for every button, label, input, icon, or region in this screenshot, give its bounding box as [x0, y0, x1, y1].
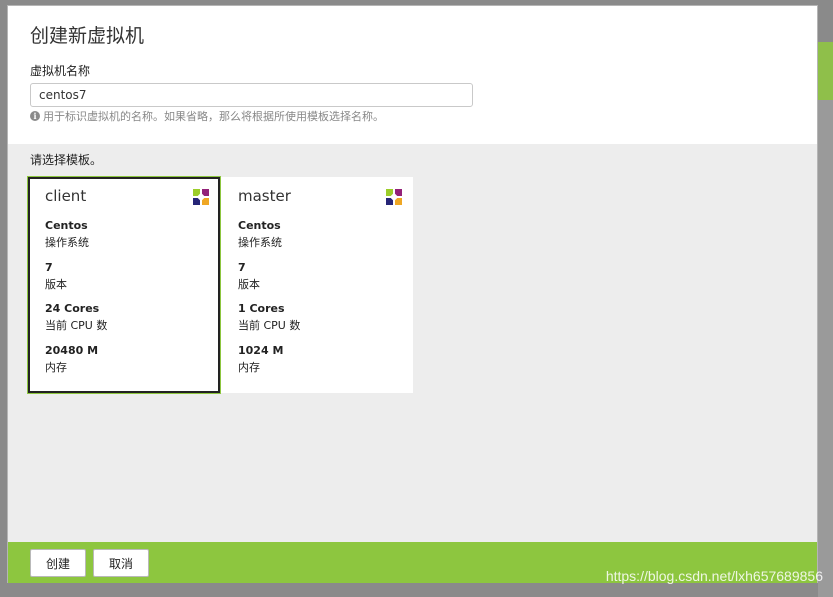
template-version: 7 版本 [45, 261, 67, 291]
template-card-client[interactable]: client Centos 操作系统 7 版本 24 Cores 当前 CPU … [28, 177, 220, 393]
dialog-header: 创建新虚拟机 虚拟机名称 i 用于标识虚拟机的名称。如果省略，那么将根据所使用模… [8, 6, 817, 144]
centos-logo-icon [193, 189, 209, 205]
template-cpu: 1 Cores 当前 CPU 数 [238, 302, 301, 332]
vm-name-help-text: 用于标识虚拟机的名称。如果省略，那么将根据所使用模板选择名称。 [43, 110, 384, 123]
cancel-button[interactable]: 取消 [93, 549, 149, 577]
template-cpu: 24 Cores 当前 CPU 数 [45, 302, 108, 332]
template-label: 请选择模板。 [30, 153, 103, 167]
vm-name-help: i 用于标识虚拟机的名称。如果省略，那么将根据所使用模板选择名称。 [30, 108, 384, 124]
template-os: Centos 操作系统 [238, 219, 282, 249]
template-name: master [238, 187, 291, 205]
create-button[interactable]: 创建 [30, 549, 86, 577]
template-memory: 20480 M 内存 [45, 344, 99, 374]
template-card-master[interactable]: master Centos 操作系统 7 版本 1 Cores 当前 CPU 数 [221, 177, 413, 393]
info-icon: i [30, 111, 40, 121]
create-vm-dialog: 创建新虚拟机 虚拟机名称 i 用于标识虚拟机的名称。如果省略，那么将根据所使用模… [7, 5, 818, 583]
vm-name-input[interactable] [30, 83, 473, 107]
vm-name-label: 虚拟机名称 [30, 64, 91, 78]
template-name: client [45, 187, 87, 205]
template-version: 7 版本 [238, 261, 260, 291]
centos-logo-icon [386, 189, 402, 205]
background-green-strip [818, 42, 833, 100]
template-memory: 1024 M 内存 [238, 344, 284, 374]
dialog-title: 创建新虚拟机 [30, 25, 145, 47]
background-page [818, 100, 833, 597]
template-os: Centos 操作系统 [45, 219, 89, 249]
template-list: client Centos 操作系统 7 版本 24 Cores 当前 CPU … [28, 177, 414, 393]
watermark: https://blog.csdn.net/lxh657689856 [605, 568, 823, 584]
